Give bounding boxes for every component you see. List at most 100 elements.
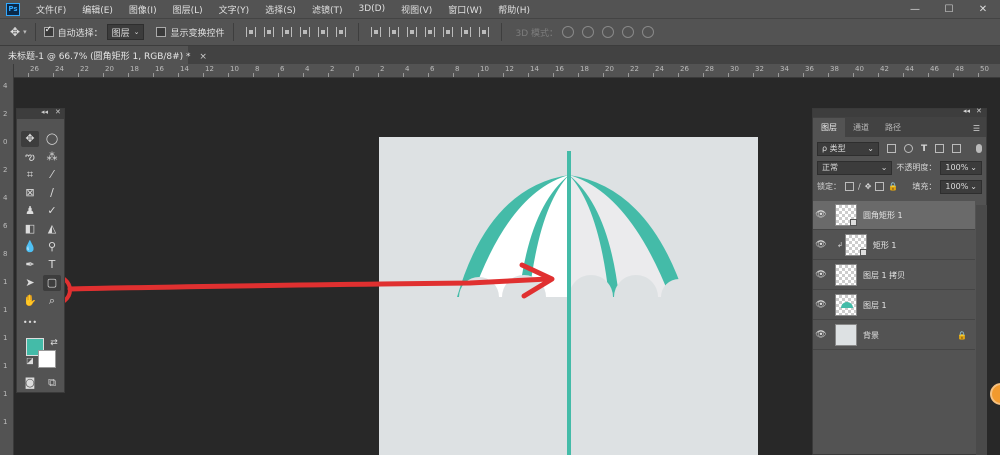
filter-pixel-icon[interactable] [887,144,896,153]
layer-row[interactable]: 👁 背景 🔒 [813,321,975,350]
3d-roll-icon[interactable] [582,26,595,38]
magic-wand-tool-icon[interactable]: ⁂ [43,149,61,165]
ruler-vertical[interactable]: 4 2 0 2 4 6 8 1 1 1 1 1 1 [0,64,14,455]
lock-artboard-icon[interactable] [875,182,885,191]
layer-row[interactable]: 👁 图层 1 [813,291,975,320]
rounded-rectangle-tool-icon[interactable]: ▢ [43,275,61,291]
stamp-tool-icon[interactable]: ♟ [21,203,39,219]
align-right-icon[interactable] [335,27,346,37]
distribute-left-icon[interactable] [424,27,435,37]
menu-window[interactable]: 窗口(W) [440,3,490,16]
distribute-bottom-icon[interactable] [406,27,417,37]
visibility-eye-icon[interactable]: 👁 [813,300,829,310]
layers-panel-header[interactable]: ◂◂ ✕ [813,107,986,117]
menu-type[interactable]: 文字(Y) [211,3,258,16]
document-canvas[interactable] [379,137,758,455]
lock-brush-icon[interactable]: ∕ [858,182,861,191]
lock-all-icon[interactable]: 🔒 [888,182,898,191]
opacity-field[interactable]: 100% ⌄ [940,160,982,175]
dodge-tool-icon[interactable]: ⚲ [43,239,61,255]
visibility-eye-icon[interactable]: 👁 [813,330,829,340]
lasso-tool-icon[interactable]: ఌ [21,149,39,165]
auto-align-icon[interactable] [478,27,489,37]
tab-layers[interactable]: 图层 [813,118,845,137]
type-tool-icon[interactable]: T [43,257,61,273]
visibility-eye-icon[interactable]: 👁 [813,210,829,220]
layer-row[interactable]: 👁 图层 1 拷贝 [813,261,975,290]
3d-orbit-icon[interactable] [562,26,575,38]
tool-preset-dropdown-icon[interactable]: ▾ [23,28,27,36]
move-tool-icon[interactable]: ✥ [21,131,39,147]
menu-help[interactable]: 帮助(H) [490,3,538,16]
distribute-hcenter-icon[interactable] [442,27,453,37]
align-bottom-icon[interactable] [281,27,292,37]
eyedropper-tool-icon[interactable]: ⁄ [43,167,61,183]
lock-transparent-icon[interactable] [845,182,854,191]
filter-toggle-icon[interactable] [976,144,982,153]
visibility-eye-icon[interactable]: 👁 [813,270,829,280]
align-top-icon[interactable] [245,27,256,37]
swap-colors-icon[interactable]: ⇄ [45,335,63,351]
blur-tool-icon[interactable]: 💧 [21,239,39,255]
menu-edit[interactable]: 编辑(E) [74,3,121,16]
show-transform-checkbox[interactable] [156,27,167,37]
menu-file[interactable]: 文件(F) [28,3,74,16]
auto-select-option[interactable]: 自动选择： [43,25,103,39]
menu-3d[interactable]: 3D(D) [350,4,393,14]
3d-slide-icon[interactable] [622,26,635,38]
close-panel-icon[interactable]: ✕ [55,108,61,116]
filter-smart-object-icon[interactable] [952,144,962,153]
pen-tool-icon[interactable]: ✒ [21,257,39,273]
distribute-right-icon[interactable] [460,27,471,37]
history-brush-tool-icon[interactable]: ✓ [43,203,61,219]
more-tools-icon[interactable]: ••• [21,315,39,331]
screen-mode-icon[interactable]: ⧉ [43,375,61,391]
panel-menu-icon[interactable]: ☰ [973,124,980,137]
distribute-top-icon[interactable] [370,27,381,37]
menu-view[interactable]: 视图(V) [393,3,440,16]
auto-select-target-select[interactable]: 图层 ⌄ [106,24,145,40]
collapse-icon[interactable]: ◂◂ [41,108,48,116]
auto-select-checkbox[interactable] [43,25,54,37]
align-left-icon[interactable] [299,27,310,37]
filter-adjustment-icon[interactable] [904,144,913,153]
ellipse-marquee-tool-icon[interactable]: ◯ [43,131,61,147]
crop-tool-icon[interactable]: ⌗ [21,167,39,183]
eraser-tool-icon[interactable]: ◧ [21,221,39,237]
fill-field[interactable]: 100% ⌄ [940,179,982,194]
quick-mask-icon[interactable]: ◙ [21,375,39,391]
visibility-eye-icon[interactable]: 👁 [813,240,829,250]
close-tab-icon[interactable]: × [199,52,207,62]
tab-channels[interactable]: 通道 [845,122,877,137]
move-tool-icon[interactable]: ✥ [10,25,20,39]
3d-pan-icon[interactable] [602,26,615,38]
background-color-swatch[interactable] [38,350,56,368]
tools-panel-header[interactable]: ◂◂ ✕ [17,108,64,119]
show-transform-option[interactable]: 显示变换控件 [156,26,225,39]
lock-position-icon[interactable]: ✥ [865,182,872,191]
layer-row[interactable]: 👁 圆角矩形 1 [813,201,975,230]
brush-tool-icon[interactable]: ∕ [43,185,61,201]
layers-scrollbar[interactable] [976,205,987,455]
maximize-button[interactable]: ☐ [932,4,966,15]
align-vcenter-icon[interactable] [263,27,274,37]
zoom-tool-icon[interactable]: ⌕ [43,293,61,309]
document-tab[interactable]: 未标题-1 @ 66.7% (圆角矩形 1, RGB/8#) * × [0,46,207,64]
3d-scale-icon[interactable] [642,26,655,38]
hand-tool-icon[interactable]: ✋ [21,293,39,309]
path-select-tool-icon[interactable]: ➤ [21,275,39,291]
menu-select[interactable]: 选择(S) [257,3,304,16]
align-hcenter-icon[interactable] [317,27,328,37]
default-colors-icon[interactable]: ◪ [21,353,39,369]
layer-row[interactable]: 👁 ↲ 矩形 1 [813,231,975,260]
collapse-icon[interactable]: ◂◂ [963,107,970,115]
menu-image[interactable]: 图像(I) [121,3,165,16]
close-window-button[interactable]: ✕ [966,4,1000,15]
filter-type-icon[interactable]: T [921,144,927,154]
frame-tool-icon[interactable]: ⊠ [21,185,39,201]
ruler-horizontal[interactable]: 26 24 22 20 18 16 14 12 10 8 6 4 2 0 2 4 6 8 10 12 14 16 18 20 2… [14,64,1000,78]
menu-filter[interactable]: 滤镜(T) [304,3,351,16]
minimize-button[interactable]: — [898,4,932,15]
blend-mode-select[interactable]: 正常 ⌄ [817,160,893,175]
menu-layer[interactable]: 图层(L) [165,3,211,16]
